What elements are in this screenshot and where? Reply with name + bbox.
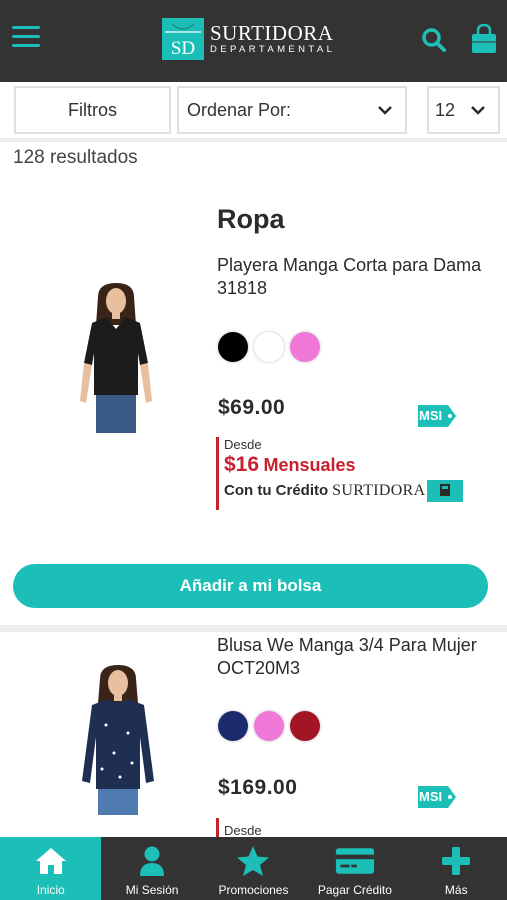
product-price: $169.00: [218, 776, 298, 799]
credit-offer: Desde: [216, 818, 262, 838]
logo-subtitle: DEPARTAMENTAL: [210, 44, 336, 55]
color-swatches: [218, 711, 320, 741]
app-header: SD SURTIDORA DEPARTAMENTAL: [0, 0, 507, 82]
nav-item-mas[interactable]: Más: [406, 837, 507, 900]
shopping-bag-icon[interactable]: [470, 23, 498, 54]
msi-label: MSI: [419, 408, 443, 423]
store-logo[interactable]: SD SURTIDORA DEPARTAMENTAL: [162, 18, 335, 60]
results-count: 128 resultados: [13, 147, 138, 168]
sort-select[interactable]: Ordenar Por:: [177, 86, 407, 134]
nav-label: Promociones: [218, 883, 289, 897]
star-icon: [233, 842, 273, 880]
user-icon: [132, 842, 172, 880]
nav-item-promociones[interactable]: Promociones: [203, 837, 304, 900]
add-to-bag-button[interactable]: Añadir a mi bolsa: [13, 564, 488, 608]
color-swatch-navy[interactable]: [218, 711, 248, 741]
msi-label: MSI: [419, 789, 443, 804]
color-swatch-pink[interactable]: [290, 332, 320, 362]
product-divider: [0, 625, 507, 632]
credit-desde: Desde: [224, 823, 262, 838]
monthly-payment: $16 Mensuales: [224, 452, 463, 480]
sort-select-label: Ordenar Por:: [187, 99, 292, 120]
monthly-label: Mensuales: [263, 455, 356, 475]
product-name[interactable]: Blusa We Manga 3/4 Para Mujer OCT20M3: [217, 634, 487, 680]
credit-card-logo-icon: [427, 480, 464, 502]
product-image[interactable]: [76, 283, 156, 440]
search-icon[interactable]: [421, 27, 447, 53]
color-swatch-black[interactable]: [218, 332, 248, 362]
product-name[interactable]: Playera Manga Corta para Dama 31818: [217, 254, 487, 300]
nav-label: Pagar Crédito: [317, 883, 392, 897]
color-swatch-pink[interactable]: [254, 711, 284, 741]
svg-text:SD: SD: [171, 38, 195, 59]
logo-mark: SD: [162, 18, 204, 60]
nav-label: Mi Sesión: [125, 883, 179, 897]
color-swatch-white[interactable]: [254, 332, 284, 362]
nav-item-inicio[interactable]: Inicio: [0, 837, 102, 900]
product-image[interactable]: [78, 665, 158, 820]
nav-item-pagar-credito[interactable]: Pagar Crédito: [304, 837, 405, 900]
filters-button[interactable]: Filtros: [14, 86, 171, 134]
page-size-value: 12: [435, 99, 456, 120]
msi-badge: MSI: [416, 784, 458, 810]
credit-brand: SURTIDORA: [332, 482, 426, 499]
logo-title: SURTIDORA: [210, 21, 334, 45]
product-price: $69.00: [218, 396, 286, 419]
chevron-down-icon: [471, 106, 485, 115]
plus-icon: [436, 842, 476, 880]
category-title: Ropa: [217, 204, 285, 234]
color-swatches: [218, 332, 320, 362]
chevron-down-icon: [378, 106, 392, 115]
home-icon: [31, 842, 71, 880]
credit-brand-line: Con tu Crédito SURTIDORA: [224, 480, 464, 502]
color-swatch-red[interactable]: [290, 711, 320, 741]
nav-item-mi-sesion[interactable]: Mi Sesión: [101, 837, 202, 900]
credit-offer: Desde $16 Mensuales Con tu Crédito SURTI…: [216, 437, 464, 510]
credit-desde: Desde: [224, 437, 262, 452]
page-size-select[interactable]: 12: [427, 86, 500, 134]
credit-label: Con tu Crédito: [224, 482, 329, 499]
bottom-nav: Inicio Mi Sesión Promociones Pagar Crédi…: [0, 837, 507, 900]
nav-label: Inicio: [36, 883, 65, 897]
credit-card-icon: [335, 842, 375, 880]
menu-icon[interactable]: [12, 26, 40, 48]
monthly-amount: $16: [224, 453, 260, 476]
filter-bar: Filtros Ordenar Por: 12: [0, 82, 507, 142]
nav-label: Más: [444, 883, 468, 897]
msi-badge: MSI: [416, 403, 458, 429]
